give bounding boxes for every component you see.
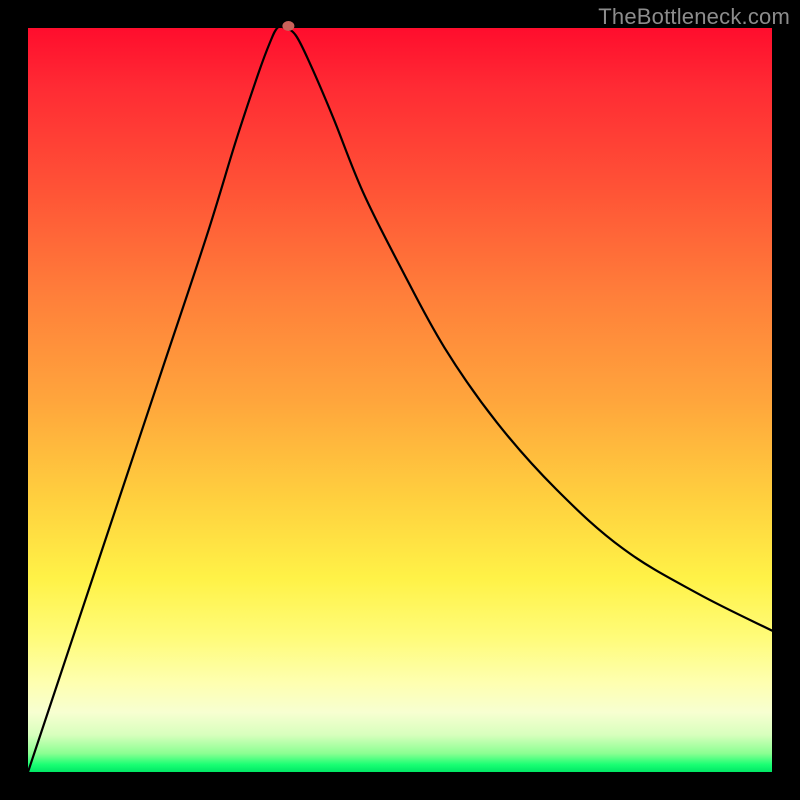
curve-layer [28,28,772,772]
optimum-marker [282,21,294,31]
bottleneck-curve [28,26,772,772]
watermark-text: TheBottleneck.com [598,4,790,30]
plot-area [28,28,772,772]
chart-frame: TheBottleneck.com [0,0,800,800]
